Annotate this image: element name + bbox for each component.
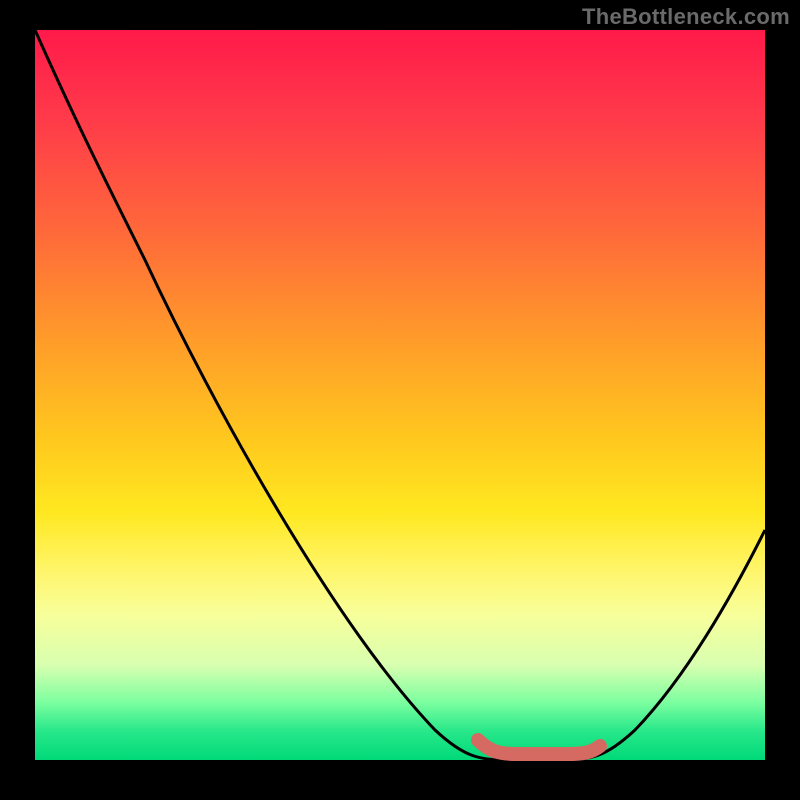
curve-path — [35, 30, 765, 760]
chart-frame: TheBottleneck.com — [0, 0, 800, 800]
watermark-text: TheBottleneck.com — [582, 4, 790, 30]
chart-svg — [35, 30, 765, 760]
bottom-marker — [478, 740, 600, 754]
